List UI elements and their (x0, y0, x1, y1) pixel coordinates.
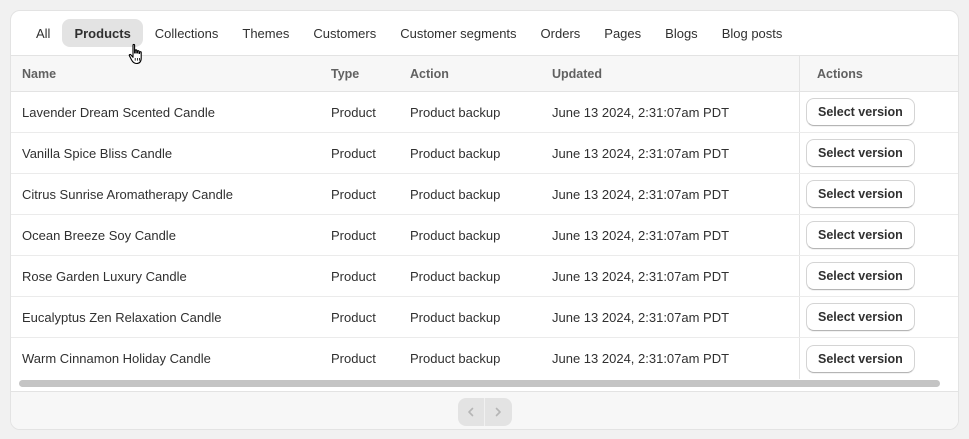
table-row: Eucalyptus Zen Relaxation Candle Product… (11, 297, 958, 338)
row-name: Lavender Dream Scented Candle (22, 104, 215, 120)
row-type: Product (331, 309, 376, 325)
row-actions-cell: Select version (799, 174, 958, 214)
tab-themes[interactable]: Themes (230, 19, 301, 47)
horizontal-scrollbar[interactable] (19, 380, 940, 387)
row-updated: June 13 2024, 2:31:07am PDT (552, 104, 730, 120)
next-page-button[interactable] (484, 397, 512, 426)
backup-versions-card: All Products Collections Themes Customer… (10, 10, 959, 430)
row-updated: June 13 2024, 2:31:07am PDT (552, 351, 730, 366)
tab-blog-posts[interactable]: Blog posts (710, 19, 795, 47)
row-type: Product (331, 104, 376, 120)
row-updated: June 13 2024, 2:31:07am PDT (552, 227, 730, 243)
row-type: Product (331, 351, 376, 366)
row-updated: June 13 2024, 2:31:07am PDT (552, 309, 730, 325)
select-version-button[interactable]: Select version (806, 98, 915, 126)
tab-customer-segments[interactable]: Customer segments (388, 19, 528, 47)
row-type: Product (331, 227, 376, 243)
resource-tabs: All Products Collections Themes Customer… (11, 11, 958, 55)
row-actions-cell: Select version (799, 338, 958, 379)
column-header-actions: Actions (799, 56, 958, 91)
select-version-button[interactable]: Select version (806, 221, 915, 249)
column-header-type[interactable]: Type (331, 67, 359, 81)
row-actions-cell: Select version (799, 133, 958, 173)
row-action: Product backup (410, 104, 501, 120)
table-row: Ocean Breeze Soy Candle Product Product … (11, 215, 958, 256)
row-name: Vanilla Spice Bliss Candle (22, 145, 173, 161)
tab-pages[interactable]: Pages (592, 19, 653, 47)
row-type: Product (331, 186, 376, 202)
row-type: Product (331, 268, 376, 284)
column-header-name[interactable]: Name (22, 67, 56, 81)
row-type: Product (331, 145, 376, 161)
row-actions-cell: Select version (799, 92, 958, 132)
pagination-footer (11, 391, 958, 429)
row-name: Rose Garden Luxury Candle (22, 268, 187, 284)
tab-all[interactable]: All (24, 19, 62, 47)
tab-customers[interactable]: Customers (301, 19, 388, 47)
row-actions-cell: Select version (799, 297, 958, 337)
row-actions-cell: Select version (799, 256, 958, 296)
select-version-button[interactable]: Select version (806, 303, 915, 331)
row-updated: June 13 2024, 2:31:07am PDT (552, 186, 730, 202)
select-version-button[interactable]: Select version (806, 180, 915, 208)
table-row: Warm Cinnamon Holiday Candle Product Pro… (11, 338, 958, 379)
table-row: Citrus Sunrise Aromatherapy Candle Produ… (11, 174, 958, 215)
tab-collections[interactable]: Collections (143, 19, 231, 47)
row-action: Product backup (410, 145, 501, 161)
select-version-button[interactable]: Select version (806, 344, 915, 373)
table-row: Rose Garden Luxury Candle Product Produc… (11, 256, 958, 297)
row-action: Product backup (410, 227, 501, 243)
select-version-button[interactable]: Select version (806, 139, 915, 167)
previous-page-button[interactable] (457, 397, 485, 426)
chevron-left-icon (467, 407, 473, 416)
table-row: Lavender Dream Scented Candle Product Pr… (11, 92, 958, 133)
row-updated: June 13 2024, 2:31:07am PDT (552, 145, 730, 161)
tab-orders[interactable]: Orders (529, 19, 593, 47)
row-action: Product backup (410, 309, 501, 325)
row-actions-cell: Select version (799, 215, 958, 255)
hand-pointer-cursor-icon (128, 43, 142, 65)
table-row: Vanilla Spice Bliss Candle Product Produ… (11, 133, 958, 174)
column-header-updated[interactable]: Updated (552, 67, 602, 81)
row-name: Eucalyptus Zen Relaxation Candle (22, 309, 222, 325)
tab-blogs[interactable]: Blogs (653, 19, 710, 47)
row-name: Ocean Breeze Soy Candle (22, 227, 176, 243)
versions-table: Name Type Action Updated Actions Lavende… (11, 55, 958, 391)
row-action: Product backup (410, 351, 501, 366)
row-name: Warm Cinnamon Holiday Candle (22, 351, 211, 366)
select-version-button[interactable]: Select version (806, 262, 915, 290)
column-header-action[interactable]: Action (410, 67, 449, 81)
row-action: Product backup (410, 186, 501, 202)
pagination (457, 397, 512, 426)
row-name: Citrus Sunrise Aromatherapy Candle (22, 186, 233, 202)
row-action: Product backup (410, 268, 501, 284)
chevron-right-icon (495, 407, 501, 416)
table-header-row: Name Type Action Updated Actions (11, 56, 958, 92)
row-updated: June 13 2024, 2:31:07am PDT (552, 268, 730, 284)
